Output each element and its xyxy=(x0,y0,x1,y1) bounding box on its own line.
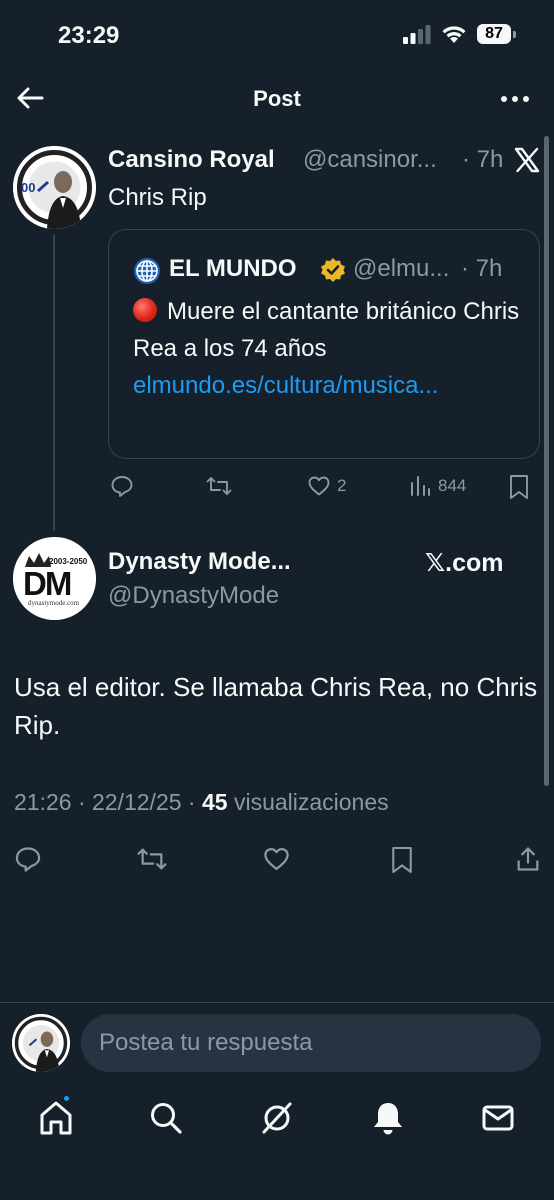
reply-icon xyxy=(111,476,133,497)
quoted-post-time: · 7h xyxy=(461,255,503,282)
more-dots-icon[interactable] xyxy=(500,84,530,114)
post-time: · 7h xyxy=(462,146,504,173)
views-label: visualizaciones xyxy=(233,789,389,815)
source-label: 𝕏.com xyxy=(425,549,504,577)
quoted-link[interactable]: elmundo.es/cultura/musica... xyxy=(133,372,438,399)
share-icon[interactable] xyxy=(514,845,542,873)
el-mundo-logo-icon xyxy=(134,258,160,284)
wifi-icon xyxy=(442,26,466,43)
post-meta: 21:26 · 22/12/25 · 45 visualizaciones xyxy=(14,789,389,816)
bookmark-icon[interactable] xyxy=(390,845,414,875)
svg-text:00: 00 xyxy=(21,180,35,195)
page-title: Post xyxy=(253,86,301,111)
status-time: 23:29 xyxy=(58,22,120,49)
verified-badge-icon xyxy=(321,258,345,282)
view-count: 844 xyxy=(438,476,467,495)
reply-button[interactable] xyxy=(110,474,140,498)
signal-icon xyxy=(403,25,431,44)
mail-icon[interactable] xyxy=(478,1098,518,1138)
author-name-2[interactable]: Dynasty Mode... xyxy=(108,548,291,576)
x-logo-icon xyxy=(514,147,540,173)
status-bar: 23:29 87 xyxy=(0,0,554,72)
post-text-2: Usa el editor. Se llamaba Chris Rea, no … xyxy=(14,672,538,740)
avatar-site: dynastymode.com xyxy=(28,599,80,607)
author-handle-2[interactable]: @DynastyMode xyxy=(108,582,279,610)
quoted-author-name[interactable]: EL MUNDO xyxy=(169,255,297,283)
thread-line xyxy=(53,235,55,531)
grok-icon[interactable] xyxy=(257,1098,297,1138)
post-text: Chris Rip xyxy=(108,184,207,211)
current-user-avatar[interactable] xyxy=(12,1014,70,1072)
quoted-post-text: Muere el cantante británico Chris Rea a … xyxy=(133,293,523,404)
search-icon[interactable] xyxy=(146,1098,186,1138)
like-count: 2 xyxy=(337,476,347,495)
post2-actions xyxy=(0,845,554,877)
scrollbar[interactable] xyxy=(544,136,549,786)
home-icon[interactable] xyxy=(36,1098,76,1138)
quoted-author-handle[interactable]: @elmu... xyxy=(353,255,449,283)
post-timestamp: 21:26 · 22/12/25 · xyxy=(14,789,196,815)
avatar-initials: DM xyxy=(23,565,71,602)
bell-icon[interactable] xyxy=(368,1098,408,1138)
reply-input[interactable] xyxy=(81,1014,541,1072)
repost-button[interactable] xyxy=(206,474,238,498)
red-circle-icon xyxy=(133,298,157,322)
views-icon xyxy=(411,476,430,496)
heart-icon xyxy=(308,476,330,496)
reply-icon[interactable] xyxy=(14,845,42,873)
like-button[interactable]: 2 xyxy=(307,474,346,498)
heart-icon[interactable] xyxy=(262,845,291,873)
author-name[interactable]: Cansino Royal xyxy=(108,146,275,174)
status-icons: 87 xyxy=(403,24,516,44)
top-nav: Post xyxy=(0,72,554,126)
views-button[interactable]: 844 xyxy=(408,474,466,498)
divider xyxy=(0,1002,554,1003)
battery-icon: 87 xyxy=(477,24,516,44)
avatar-cansino[interactable]: 00 xyxy=(13,146,96,229)
quoted-post[interactable]: EL MUNDO @elmu... · 7h Muere el cantante… xyxy=(108,229,540,459)
post1-actions: 2 844 xyxy=(108,474,540,504)
tab-bar xyxy=(0,1090,554,1146)
repost-icon[interactable] xyxy=(136,845,168,873)
bookmark-icon[interactable] xyxy=(508,474,530,500)
author-handle[interactable]: @cansinor... xyxy=(303,146,437,174)
battery-level: 87 xyxy=(477,24,511,44)
home-notification-dot xyxy=(62,1094,71,1103)
avatar-dynasty[interactable]: 2003-2050 DM dynastymode.com xyxy=(13,537,96,620)
views-count: 45 xyxy=(201,789,228,815)
quoted-text-body: Muere el cantante británico Chris Rea a … xyxy=(133,298,520,362)
repost-icon xyxy=(206,477,232,495)
